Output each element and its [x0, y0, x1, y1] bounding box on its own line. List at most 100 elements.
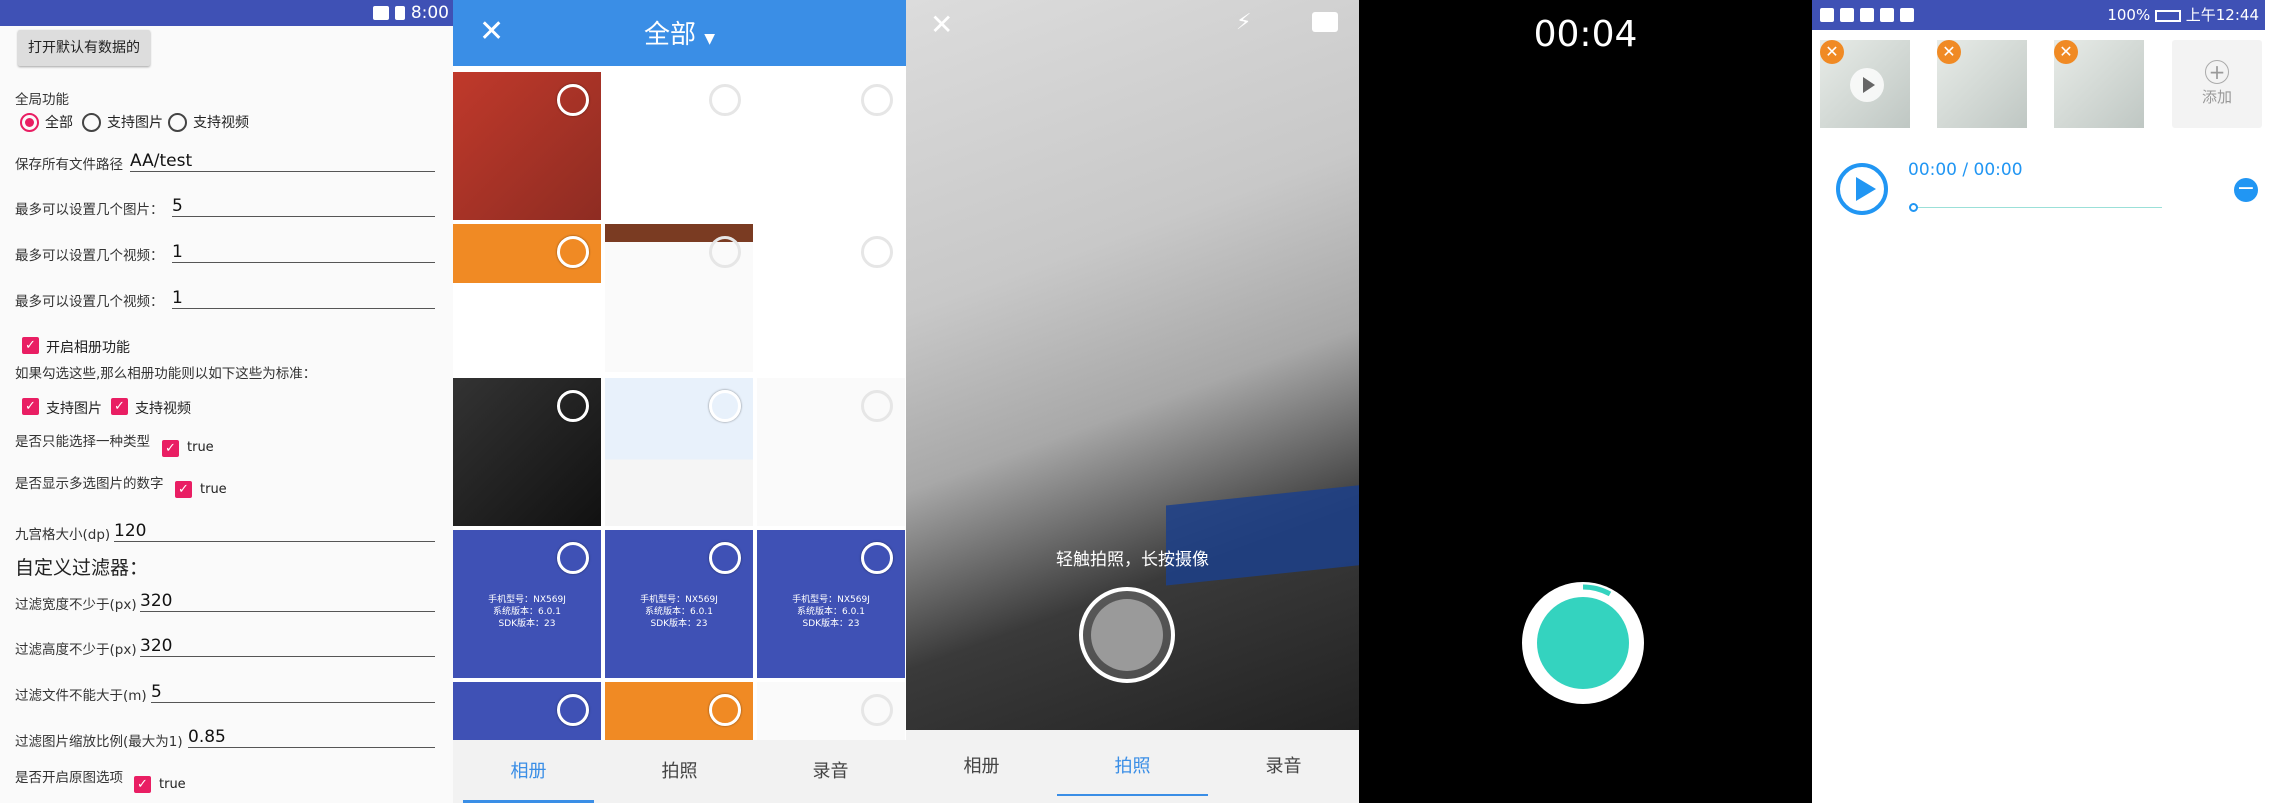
radio-image-label: 支持图片 [107, 115, 163, 131]
media-item[interactable] [453, 378, 601, 526]
attachment-image[interactable]: ✕ [1937, 40, 2027, 128]
bottom-tabs: 相册 拍照 录音 [906, 730, 1359, 803]
width-filter-field[interactable]: 320 [140, 590, 435, 612]
media-item[interactable] [757, 72, 905, 220]
select-circle[interactable] [861, 694, 893, 726]
app-icon [1900, 8, 1914, 22]
status-right: 100% 上午12:44 [2107, 0, 2259, 30]
radio-video-indicator [168, 112, 187, 132]
enable-album-checkbox[interactable]: ✓ [22, 337, 39, 354]
media-item[interactable] [757, 682, 905, 740]
camera-panel: ✕ ⚡ 轻触拍照，长按摄像 相册 拍照 录音 [906, 0, 1359, 803]
media-item[interactable]: 手机型号：NX569J 系统版本：6.0.1 SDK版本：23 [453, 530, 601, 678]
flash-off-icon[interactable]: ⚡ [1236, 10, 1251, 35]
tab-album[interactable]: 相册 [453, 740, 604, 803]
status-bar: 100% 上午12:44 [1812, 0, 2265, 30]
select-circle[interactable] [861, 236, 893, 268]
attachment-video[interactable]: ✕ [1820, 40, 1910, 128]
enable-album-label: 开启相册功能 [46, 340, 130, 356]
shutter-button[interactable] [1079, 587, 1175, 683]
tile-text-line: SDK版本：23 [802, 619, 860, 629]
ratio-filter-field[interactable]: 0.85 [188, 726, 435, 748]
media-item[interactable]: 手机型号：NX569J 系统版本：6.0.1 SDK版本：23 [757, 530, 905, 678]
size-filter-field[interactable]: 5 [151, 681, 435, 703]
grid-size-field[interactable]: 120 [114, 520, 435, 542]
ratio-filter-label: 过滤图片缩放比例(最大为1) [15, 734, 183, 750]
select-circle[interactable] [709, 542, 741, 574]
select-circle[interactable] [709, 84, 741, 116]
folder-title: 全部 [643, 20, 696, 50]
custom-filter-heading: 自定义过滤器： [15, 557, 149, 579]
tile-text-line: SDK版本：23 [498, 619, 556, 629]
show-count-checkbox[interactable]: ✓ [175, 481, 192, 498]
select-circle[interactable] [709, 390, 741, 422]
notification-icons [1820, 8, 1914, 22]
original-checkbox[interactable]: ✓ [134, 776, 151, 793]
select-circle[interactable] [709, 694, 741, 726]
original-label: 是否开启原图选项 [15, 770, 123, 786]
height-filter-field[interactable]: 320 [140, 635, 435, 657]
close-icon[interactable]: ✕ [930, 8, 953, 41]
media-item[interactable] [605, 682, 753, 740]
image-checkbox[interactable]: ✓ [22, 398, 39, 415]
select-circle[interactable] [861, 84, 893, 116]
radio-image[interactable]: 支持图片 [82, 112, 163, 132]
media-item[interactable] [453, 224, 601, 372]
gallery-toolbar: ✕ 全部 ▼ [453, 0, 906, 66]
select-circle[interactable] [557, 694, 589, 726]
folder-selector[interactable]: 全部 ▼ [453, 14, 906, 51]
tab-album[interactable]: 相册 [906, 730, 1057, 803]
attachments-panel: 100% 上午12:44 ✕ ✕ ✕ + 添加 00:00 / 00:00 − [1812, 0, 2265, 803]
media-item[interactable] [757, 224, 905, 372]
tab-camera[interactable]: 拍照 [1057, 730, 1208, 803]
switch-camera-icon[interactable] [1312, 12, 1338, 32]
audio-play-button[interactable] [1836, 163, 1888, 215]
select-circle[interactable] [557, 390, 589, 422]
media-item[interactable] [605, 224, 753, 372]
select-circle[interactable] [709, 236, 741, 268]
media-item[interactable] [605, 378, 753, 526]
tile-text-line: 手机型号：NX569J [488, 595, 566, 605]
media-item[interactable] [453, 72, 601, 220]
status-time: 8:00 [410, 3, 449, 23]
play-icon [1850, 68, 1884, 102]
max-images-field[interactable]: 5 [172, 195, 435, 217]
camera-scene [1166, 484, 1359, 586]
record-progress-arc [1524, 584, 1642, 702]
open-default-button[interactable]: 打开默认有数据的 [18, 30, 150, 66]
radio-all[interactable]: 全部 [20, 112, 73, 132]
tab-audio[interactable]: 录音 [1208, 730, 1359, 803]
add-attachment-button[interactable]: + 添加 [2172, 40, 2262, 128]
max-videos2-field[interactable]: 1 [172, 287, 435, 309]
tab-camera[interactable]: 拍照 [604, 740, 755, 803]
remove-audio-button[interactable]: − [2234, 178, 2258, 202]
max-videos-field[interactable]: 1 [172, 241, 435, 263]
record-progress-ring [1524, 584, 1642, 702]
delete-icon[interactable]: ✕ [1937, 40, 1961, 64]
select-circle[interactable] [557, 542, 589, 574]
save-path-field[interactable]: AA/test [130, 150, 435, 172]
media-item[interactable] [757, 378, 905, 526]
radio-video-label: 支持视频 [193, 115, 249, 131]
select-circle[interactable] [861, 390, 893, 422]
media-item[interactable] [605, 72, 753, 220]
audio-seek-knob[interactable] [1909, 203, 1918, 212]
audio-seek-track[interactable] [1912, 207, 2162, 208]
select-circle[interactable] [861, 542, 893, 574]
width-filter-label: 过滤宽度不少于(px) [15, 597, 137, 613]
single-type-checkbox[interactable]: ✓ [162, 440, 179, 457]
tile-text-line: 手机型号：NX569J [792, 595, 870, 605]
attachment-image[interactable]: ✕ [2054, 40, 2144, 128]
delete-icon[interactable]: ✕ [2054, 40, 2078, 64]
select-circle[interactable] [557, 84, 589, 116]
media-item[interactable]: 手机型号：NX569J 系统版本：6.0.1 SDK版本：23 [605, 530, 753, 678]
radio-video[interactable]: 支持视频 [168, 112, 249, 132]
delete-icon[interactable]: ✕ [1820, 40, 1844, 64]
media-item[interactable] [453, 682, 601, 740]
tile-text-line: 手机型号：NX569J [640, 595, 718, 605]
video-checkbox[interactable]: ✓ [111, 398, 128, 415]
select-circle[interactable] [557, 236, 589, 268]
tab-audio[interactable]: 录音 [755, 740, 906, 803]
tile-text-line: 系统版本：6.0.1 [645, 607, 713, 617]
show-count-label: 是否显示多选图片的数字 [15, 476, 164, 492]
